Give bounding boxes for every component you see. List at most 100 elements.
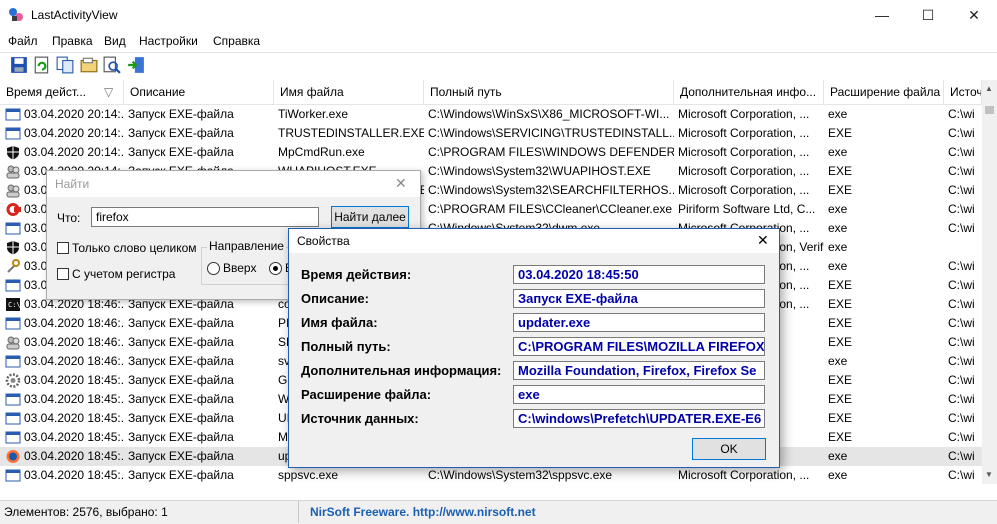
cell-ext: EXE xyxy=(828,373,853,387)
match-case-checkbox[interactable] xyxy=(57,268,69,280)
status-bar: Элементов: 2576, выбрано: 1 NirSoft Free… xyxy=(0,500,997,524)
find-next-button[interactable]: Найти далее xyxy=(331,206,409,228)
menu-file[interactable]: Файл xyxy=(8,34,38,48)
toolbar xyxy=(0,52,997,81)
column-extra-info[interactable]: Дополнительная инфо... xyxy=(674,80,824,104)
cell-ext: EXE xyxy=(828,316,853,330)
prop-value-extension[interactable]: exe xyxy=(513,385,765,404)
scroll-thumb[interactable] xyxy=(985,106,994,114)
cell-ext: exe xyxy=(828,107,848,121)
menu-view[interactable]: Вид xyxy=(104,34,126,48)
window-icon xyxy=(5,316,21,331)
properties-dialog-titlebar: Свойства ✕ xyxy=(289,229,779,253)
window-title: LastActivityView xyxy=(31,8,118,22)
prop-label-filename: Имя файла: xyxy=(301,315,378,330)
cell-ext: exe xyxy=(828,240,848,254)
table-row[interactable]: 03.04.2020 20:14:... Запуск EXE-файла TiWo… xyxy=(0,105,982,124)
app-icon xyxy=(9,8,23,21)
prop-label-extra-info: Дополнительная информация: xyxy=(301,363,502,378)
cell-path: C:\Windows\System32\SEARCHFILTERHOS... xyxy=(428,183,674,197)
cell-src: C:\wi xyxy=(948,126,975,140)
nirsoft-link[interactable]: NirSoft Freeware. http://www.nirsoft.net xyxy=(310,505,536,519)
refresh-icon[interactable] xyxy=(33,56,51,74)
minimize-button[interactable]: — xyxy=(859,0,905,30)
prop-value-description[interactable]: Запуск EXE-файла xyxy=(513,289,765,308)
vertical-scrollbar[interactable]: ▲ ▼ xyxy=(982,80,997,484)
cell-ext: exe xyxy=(828,221,848,235)
cell-time: 03.04.2020 20:14:... xyxy=(24,145,124,159)
menu-settings[interactable]: Настройки xyxy=(139,34,198,48)
menu-help[interactable]: Справка xyxy=(213,34,260,48)
cell-ext: exe xyxy=(828,202,848,216)
cell-ext: exe xyxy=(828,449,848,463)
cell-ext: exe xyxy=(828,468,848,482)
cell-info: Microsoft Corporation, ... xyxy=(678,145,810,159)
cell-time: 03.04.2020 18:46:... xyxy=(24,354,124,368)
list-header: Время дейст... ▽ Описание Имя файла Полн… xyxy=(0,80,982,105)
table-row[interactable]: 03.04.2020 20:14:... Запуск EXE-файла TRUS… xyxy=(0,124,982,143)
table-row[interactable]: 03.04.2020 18:45:... Запуск EXE-файла spps… xyxy=(0,466,982,485)
copy-icon[interactable] xyxy=(56,56,74,74)
ok-button[interactable]: OK xyxy=(692,438,766,460)
cell-desc: Запуск EXE-файла xyxy=(128,411,234,425)
column-extension[interactable]: Расширение файла xyxy=(824,80,944,104)
window-icon xyxy=(5,278,21,293)
cell-time: 03.04.2020 18:45:... xyxy=(24,468,124,482)
properties-dialog: Свойства ✕ Время действия: 03.04.2020 18… xyxy=(288,228,780,468)
prop-value-extra-info[interactable]: Mozilla Foundation, Firefox, Firefox Se xyxy=(513,361,765,380)
cell-time: 03.04.2020 18:45:... xyxy=(24,449,124,463)
prop-value-filename[interactable]: updater.exe xyxy=(513,313,765,332)
cell-src: C:\wi xyxy=(948,183,975,197)
scroll-up-icon[interactable]: ▲ xyxy=(985,84,993,93)
cell-file: sppsvc.exe xyxy=(278,468,339,482)
prop-label-description: Описание: xyxy=(301,291,369,306)
ccleaner-icon xyxy=(5,202,21,217)
table-row[interactable]: 03.04.2020 20:14:... Запуск EXE-файла MpCm… xyxy=(0,143,982,162)
column-label: Время дейст... xyxy=(6,85,86,99)
cell-src: C:\wi xyxy=(948,164,975,178)
match-case-label: С учетом регистра xyxy=(72,267,176,281)
prop-label-fullpath: Полный путь: xyxy=(301,339,391,354)
prop-value-fullpath[interactable]: C:\PROGRAM FILES\MOZILLA FIREFOX\ xyxy=(513,337,765,356)
find-what-input[interactable]: firefox xyxy=(91,207,319,227)
column-description[interactable]: Описание xyxy=(124,80,274,104)
column-source[interactable]: Источ xyxy=(944,80,982,104)
save-icon[interactable] xyxy=(10,56,28,74)
direction-up-radio[interactable] xyxy=(207,262,220,275)
users-icon xyxy=(5,164,21,179)
column-fullpath[interactable]: Полный путь xyxy=(424,80,674,104)
close-button[interactable]: ✕ xyxy=(951,0,997,30)
properties-icon[interactable] xyxy=(80,56,98,74)
menu-edit[interactable]: Правка xyxy=(52,34,93,48)
direction-down-radio[interactable] xyxy=(269,262,282,275)
cell-time: 03.04.2020 18:46:... xyxy=(24,316,124,330)
prop-value-source[interactable]: C:\windows\Prefetch\UPDATER.EXE-E6 xyxy=(513,409,765,428)
status-divider xyxy=(298,501,299,523)
whole-word-checkbox[interactable] xyxy=(57,242,69,254)
properties-close-button[interactable]: ✕ xyxy=(757,232,769,249)
column-time[interactable]: Время дейст... ▽ xyxy=(0,80,124,104)
cell-src: C:\wi xyxy=(948,449,975,463)
cell-desc: Запуск EXE-файла xyxy=(128,316,234,330)
cell-info: Microsoft Corporation, ... xyxy=(678,107,810,121)
column-filename[interactable]: Имя файла xyxy=(274,80,424,104)
users-icon xyxy=(5,335,21,350)
cell-desc: Запуск EXE-файла xyxy=(128,468,234,482)
cell-desc: Запуск EXE-файла xyxy=(128,145,234,159)
prop-value-time[interactable]: 03.04.2020 18:45:50 xyxy=(513,265,765,284)
cell-path: C:\PROGRAM FILES\WINDOWS DEFENDER\... xyxy=(428,145,674,159)
find-icon[interactable] xyxy=(103,56,121,74)
cell-time: 03.04.2020 18:45:... xyxy=(24,392,124,406)
maximize-button[interactable]: ☐ xyxy=(905,0,951,30)
direction-label: Направление xyxy=(207,239,286,253)
cell-time: 03.04.2020 20:14:... xyxy=(24,107,124,121)
exit-icon[interactable] xyxy=(127,56,145,74)
prop-label-time: Время действия: xyxy=(301,267,412,282)
cell-file: MpCmdRun.exe xyxy=(278,145,365,159)
shield-icon xyxy=(5,145,21,160)
scroll-down-icon[interactable]: ▼ xyxy=(985,470,993,479)
cell-src: C:\wi xyxy=(948,107,975,121)
prop-label-source: Источник данных: xyxy=(301,411,419,426)
find-close-button[interactable]: ✕ xyxy=(395,175,407,192)
firefox-icon xyxy=(5,449,21,464)
